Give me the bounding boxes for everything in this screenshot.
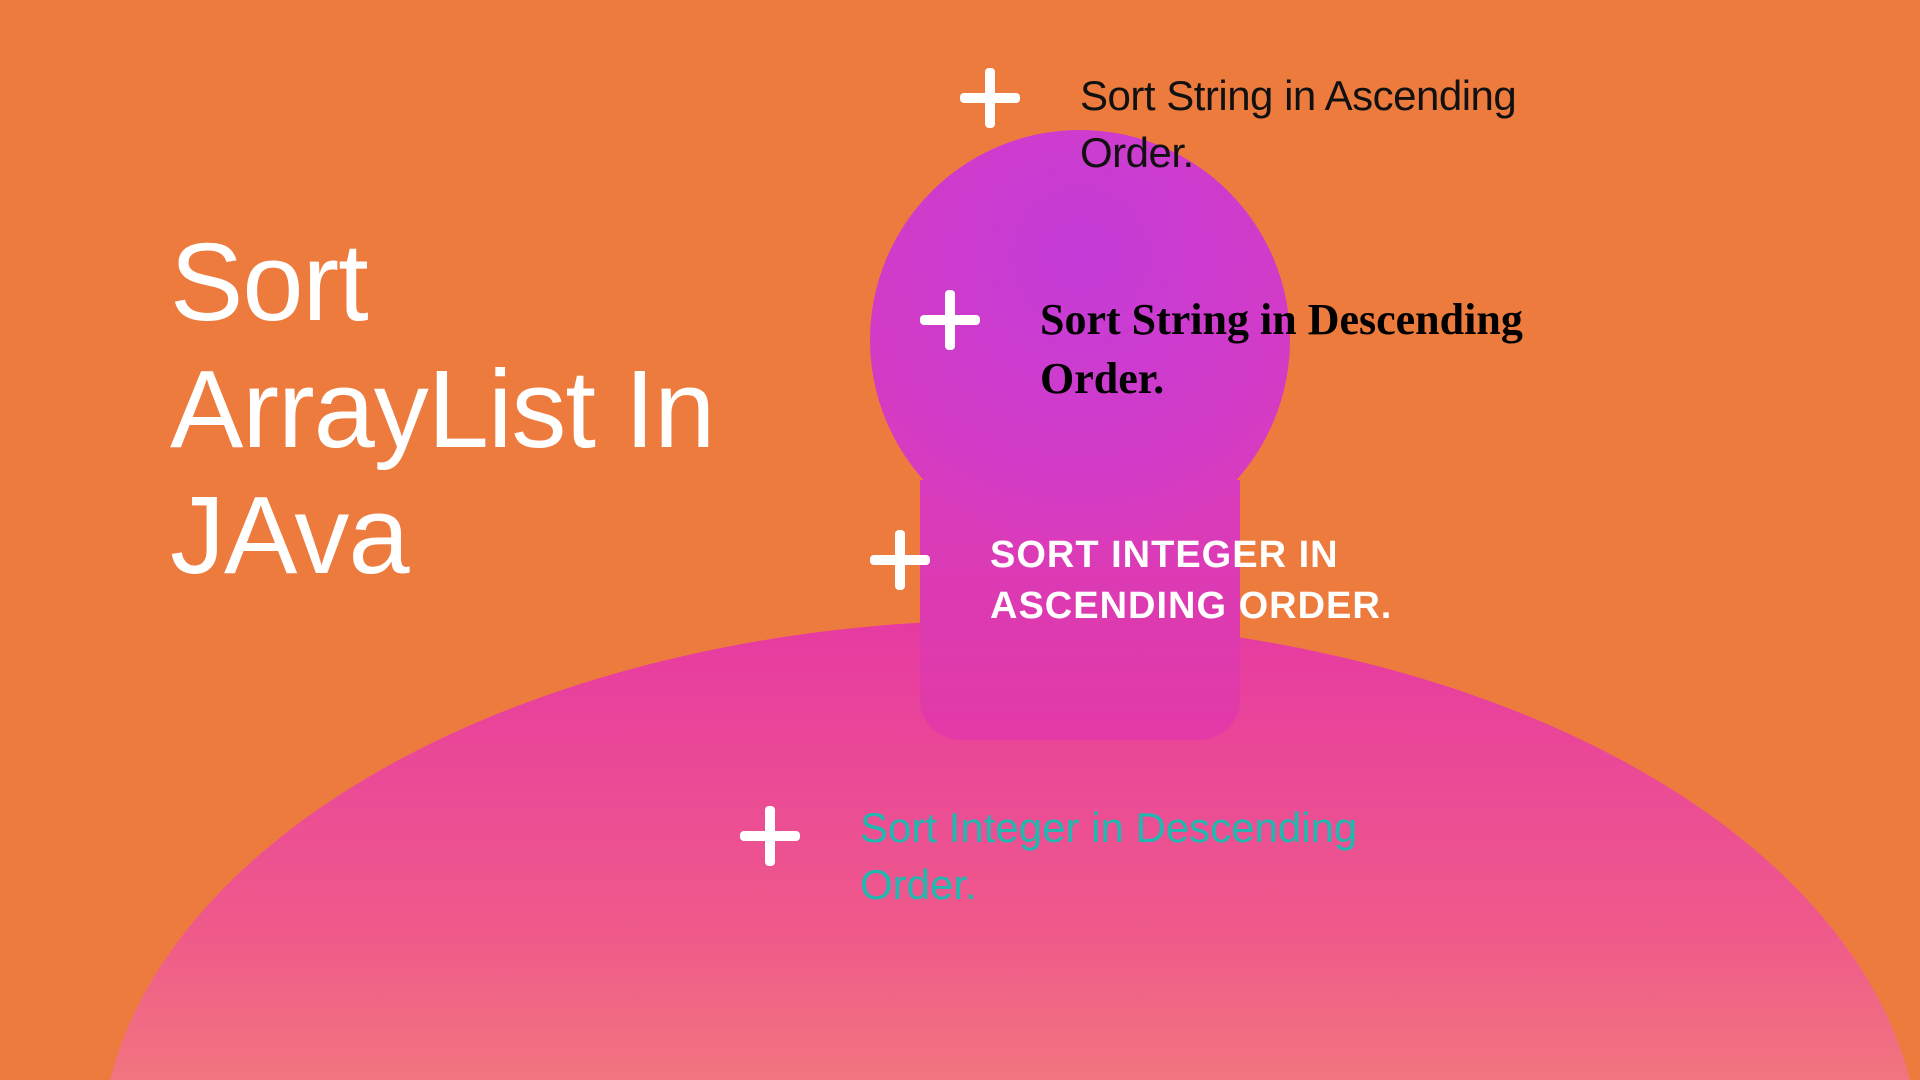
item-label: Sort Integer in Descending Order. — [860, 800, 1420, 913]
item-label: Sort Integer in Ascending Order. — [990, 530, 1550, 633]
list-item: Sort Integer in Ascending Order. — [870, 530, 1550, 633]
plus-icon — [740, 806, 800, 866]
plus-icon — [870, 530, 930, 590]
list-item: Sort Integer in Descending Order. — [740, 800, 1420, 913]
item-label: Sort String in Ascending Order. — [1080, 68, 1640, 181]
page-title: SortArrayList InJAva — [170, 220, 714, 600]
plus-icon — [920, 290, 980, 350]
list-item: Sort String in Ascending Order. — [960, 68, 1640, 181]
list-item: Sort String in Descending Order. — [920, 290, 1600, 409]
item-label: Sort String in Descending Order. — [1040, 290, 1600, 409]
plus-icon — [960, 68, 1020, 128]
